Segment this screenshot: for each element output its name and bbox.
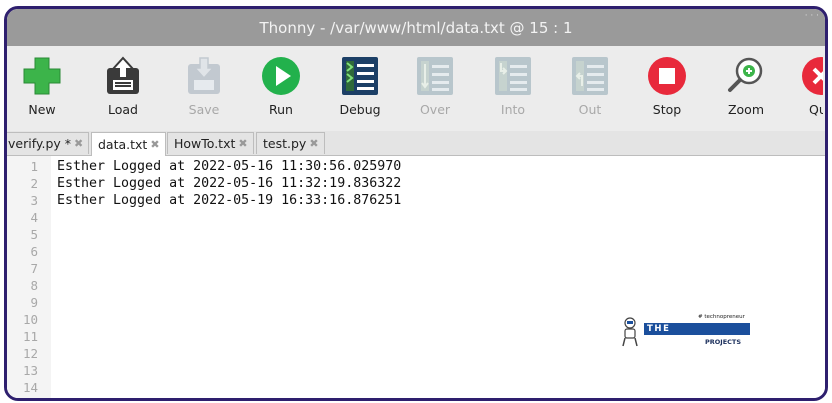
- stop-icon: [648, 57, 686, 95]
- title-bar-controls[interactable]: · · ·: [805, 11, 819, 21]
- title-bar: Thonny - /var/www/html/data.txt @ 15 : 1…: [7, 9, 825, 46]
- debug-button-label: Debug: [339, 102, 381, 117]
- watermark-tagline: # technopreneur: [698, 314, 745, 320]
- line-number: 8: [30, 278, 38, 293]
- step-into-button-label: Into: [500, 102, 526, 117]
- watermark-title: THE ENGINEERING: [644, 323, 750, 346]
- quit-button-label: Qu: [809, 102, 823, 117]
- code-line[interactable]: Esther Logged at 2022-05-16 11:32:19.836…: [57, 175, 401, 192]
- debug-button[interactable]: Debug: [329, 46, 391, 131]
- zoom-button[interactable]: Zoom: [715, 46, 777, 131]
- close-icon[interactable]: ✖: [309, 137, 318, 150]
- line-number: 1: [30, 159, 38, 174]
- run-icon: [262, 57, 300, 95]
- code-line[interactable]: Esther Logged at 2022-05-16 11:30:56.025…: [57, 158, 401, 175]
- line-number: 9: [30, 295, 38, 310]
- new-button-label: New: [28, 102, 56, 117]
- step-over-button-label: Over: [419, 102, 451, 117]
- tab-howto-txt[interactable]: HowTo.txt ✖: [167, 132, 254, 154]
- editor-tabs: verify.py * ✖ data.txt ✖ HowTo.txt ✖ tes…: [7, 131, 825, 156]
- quit-button[interactable]: Qu: [783, 46, 823, 131]
- tab-test-py[interactable]: test.py ✖: [256, 132, 325, 154]
- line-number: 3: [30, 193, 38, 208]
- save-icon: [188, 57, 220, 94]
- save-button-label: Save: [188, 102, 220, 117]
- line-number: 13: [22, 363, 38, 378]
- zoom-icon: [728, 57, 763, 92]
- line-number: 5: [30, 227, 38, 242]
- stop-button[interactable]: Stop: [636, 46, 698, 131]
- debug-icon: [342, 57, 378, 95]
- close-icon[interactable]: ✖: [238, 137, 247, 150]
- load-button[interactable]: Load: [92, 46, 154, 131]
- line-number: 6: [30, 244, 38, 259]
- watermark-subtitle: PROJECTS: [705, 338, 742, 346]
- load-icon: [107, 56, 139, 94]
- new-button[interactable]: New: [11, 46, 73, 131]
- tab-label: data.txt: [98, 137, 148, 152]
- save-button[interactable]: Save: [173, 46, 235, 131]
- load-button-label: Load: [108, 102, 138, 117]
- step-out-icon: [572, 57, 608, 95]
- line-number: 12: [22, 346, 38, 361]
- step-into-button[interactable]: Into: [482, 46, 544, 131]
- tab-verify-py[interactable]: verify.py * ✖: [7, 132, 90, 154]
- line-number: 11: [22, 329, 38, 344]
- stop-button-label: Stop: [652, 102, 682, 117]
- step-into-icon: [495, 57, 531, 95]
- line-number: 4: [30, 210, 38, 225]
- window-title: Thonny - /var/www/html/data.txt @ 15 : 1: [259, 18, 573, 37]
- code-line[interactable]: Esther Logged at 2022-05-19 16:33:16.876…: [57, 192, 401, 209]
- toolbar: New Load Save Run Debug Over Into Out St…: [7, 46, 825, 131]
- tab-label: test.py: [263, 136, 307, 151]
- line-number: 14: [22, 380, 38, 395]
- step-over-button[interactable]: Over: [404, 46, 466, 131]
- line-number: 10: [22, 312, 38, 327]
- code-editor[interactable]: 1 2 3 4 5 6 7 8 9 10 11 12 13 14 Esther …: [7, 156, 825, 398]
- run-button[interactable]: Run: [250, 46, 312, 131]
- robot-icon: [622, 317, 638, 347]
- quit-icon: [802, 57, 823, 95]
- close-icon[interactable]: ✖: [74, 137, 83, 150]
- step-out-button-label: Out: [578, 102, 602, 117]
- close-icon[interactable]: ✖: [150, 138, 159, 151]
- tab-label: verify.py *: [8, 136, 72, 151]
- tab-data-txt[interactable]: data.txt ✖: [91, 132, 166, 156]
- watermark-logo: # technopreneur THE ENGINEERING PROJECTS: [620, 314, 750, 350]
- tab-label: HowTo.txt: [174, 136, 236, 151]
- line-number: 7: [30, 261, 38, 276]
- line-number: 2: [30, 176, 38, 191]
- new-file-icon: [23, 57, 61, 95]
- zoom-button-label: Zoom: [727, 102, 765, 117]
- line-number-gutter: 1 2 3 4 5 6 7 8 9 10 11 12 13 14: [7, 156, 51, 398]
- step-out-button[interactable]: Out: [559, 46, 621, 131]
- run-button-label: Run: [269, 102, 293, 117]
- step-over-icon: [417, 57, 453, 95]
